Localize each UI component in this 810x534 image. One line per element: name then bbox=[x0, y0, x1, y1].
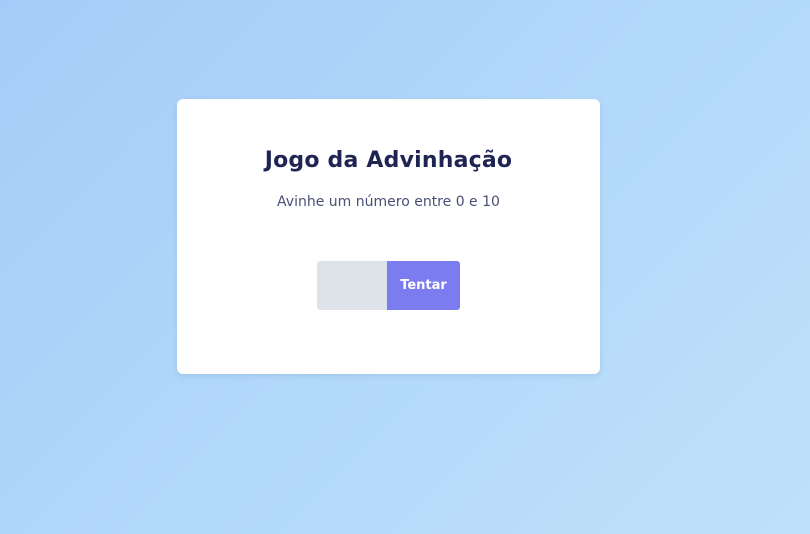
try-button[interactable]: Tentar bbox=[387, 261, 460, 310]
guess-form: Tentar bbox=[317, 261, 460, 310]
instructions-text: Avinhe um número entre 0 e 10 bbox=[277, 194, 500, 210]
guess-input[interactable] bbox=[317, 261, 387, 310]
game-card: Jogo da Advinhação Avinhe um número entr… bbox=[177, 99, 600, 374]
page-title: Jogo da Advinhação bbox=[264, 148, 513, 173]
